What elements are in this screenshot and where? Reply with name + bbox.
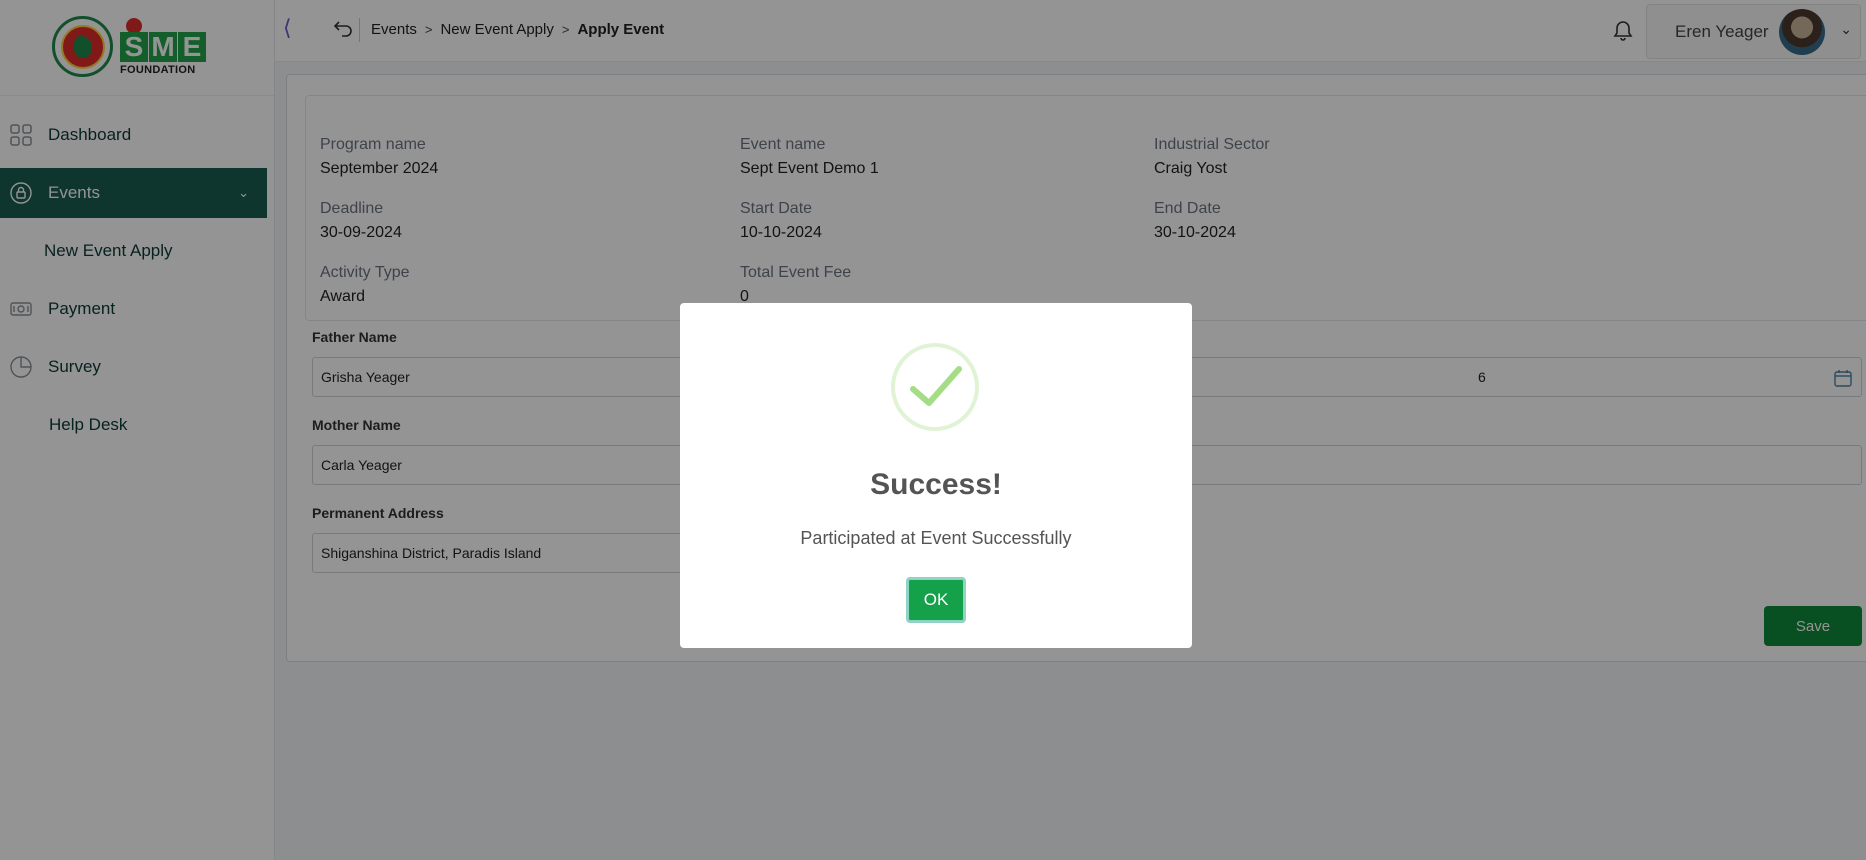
- dialog-title: Success!: [870, 468, 1002, 501]
- success-check-icon: [891, 343, 979, 431]
- success-dialog: Success! Participated at Event Successfu…: [680, 303, 1192, 648]
- dialog-message: Participated at Event Successfully: [800, 528, 1072, 548]
- ok-button[interactable]: OK: [906, 577, 966, 623]
